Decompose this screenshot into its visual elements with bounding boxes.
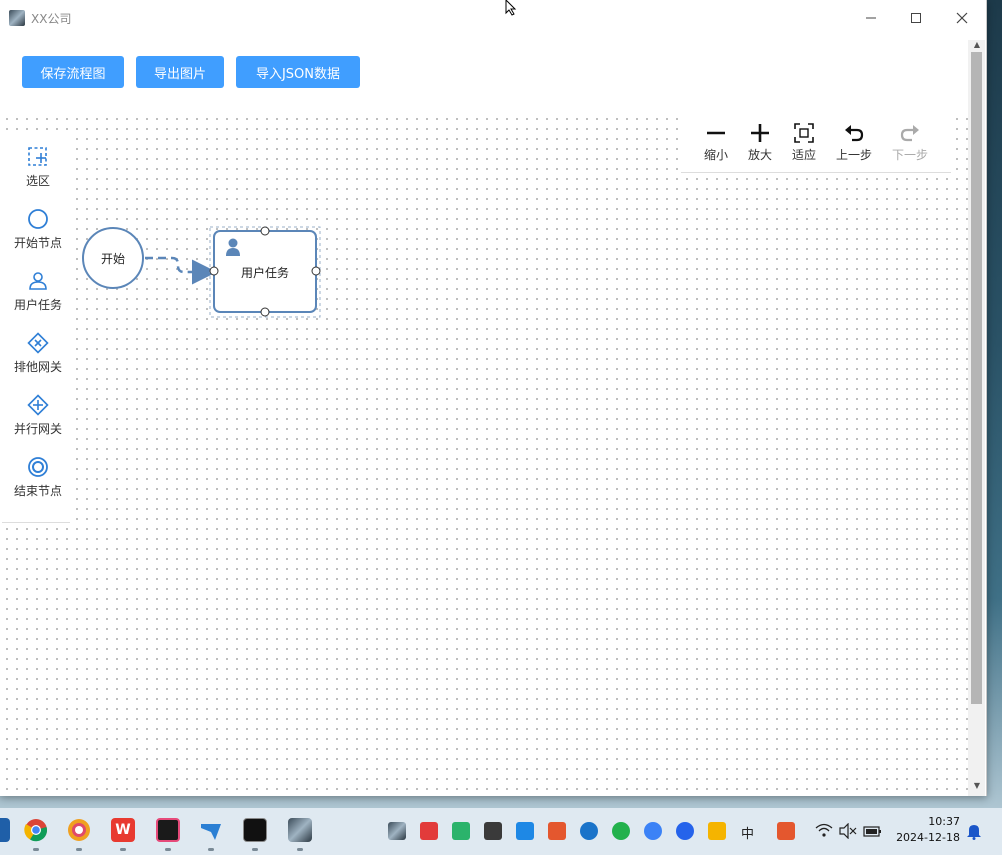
zoom-in-button[interactable]: 放大 — [740, 118, 780, 172]
save-flowchart-button[interactable]: 保存流程图 — [22, 56, 124, 88]
tray-blue-icon[interactable] — [580, 822, 598, 840]
tray-search-icon[interactable] — [644, 822, 662, 840]
redo-button[interactable]: 下一步 — [890, 118, 930, 172]
palette-item-exclusive-gateway[interactable]: 排他网关 — [2, 332, 74, 388]
flow-canvas[interactable]: 开始 用户任务 — [2, 114, 968, 796]
mouse-cursor-icon — [505, 0, 517, 16]
undo-icon — [845, 125, 864, 142]
zoom-out-icon — [707, 131, 725, 135]
taskbar-app-icon[interactable] — [0, 818, 10, 842]
tray-s-icon[interactable] — [548, 822, 566, 840]
control-label: 缩小 — [703, 148, 728, 162]
running-indicator — [33, 848, 39, 851]
anchor-top — [260, 226, 270, 236]
fit-button[interactable]: 适应 — [784, 118, 824, 172]
running-indicator — [208, 848, 214, 851]
palette-label: 用户任务 — [13, 298, 62, 312]
running-indicator — [252, 848, 258, 851]
notification-bell-icon[interactable] — [966, 822, 982, 840]
clock-date: 2024-12-18 — [896, 831, 960, 844]
security-shield-icon[interactable] — [708, 822, 726, 840]
export-image-button[interactable]: 导出图片 — [136, 56, 224, 88]
control-label: 适应 — [791, 148, 816, 162]
scroll-down-icon[interactable]: ▼ — [970, 781, 984, 793]
battery-icon[interactable] — [863, 823, 883, 839]
flow-edge — [145, 256, 217, 285]
running-indicator — [120, 848, 126, 851]
wechat-icon[interactable] — [612, 822, 630, 840]
scroll-up-icon[interactable]: ▲ — [970, 40, 984, 52]
chrome-icon[interactable] — [24, 818, 48, 842]
control-label: 上一步 — [835, 148, 872, 162]
palette-item-user-task[interactable]: 用户任务 — [2, 270, 74, 326]
tray-sync-icon[interactable] — [676, 822, 694, 840]
terminal-icon[interactable] — [243, 818, 267, 842]
taskbar: W 中 — [0, 808, 1002, 855]
palette-item-selection[interactable]: 选区 — [2, 146, 74, 202]
tray-green-icon[interactable] — [452, 822, 470, 840]
window-title: XX公司 — [31, 12, 72, 26]
redo-icon — [900, 125, 919, 142]
tray-app-icon[interactable] — [388, 822, 406, 840]
minimize-button[interactable] — [856, 6, 886, 30]
volume-muted-icon[interactable] — [839, 823, 857, 839]
palette-label: 排他网关 — [13, 360, 62, 374]
palette-label: 开始节点 — [13, 236, 62, 250]
palette-label: 选区 — [25, 174, 50, 188]
anchor-bottom — [260, 307, 270, 317]
exclusive-gateway-icon — [27, 332, 49, 354]
palette-item-end-node[interactable]: 结束节点 — [2, 456, 74, 512]
close-button[interactable] — [947, 6, 977, 30]
system-clock[interactable]: 10:37 2024-12-18 — [896, 814, 960, 846]
fit-icon — [794, 123, 814, 143]
clock-time: 10:37 — [928, 815, 960, 828]
undo-button[interactable]: 上一步 — [834, 118, 874, 172]
dingtalk-icon[interactable] — [199, 818, 223, 842]
import-json-button[interactable]: 导入JSON数据 — [236, 56, 360, 88]
selection-icon — [28, 147, 47, 166]
task-node-label: 用户任务 — [240, 266, 289, 280]
minimize-icon — [866, 17, 876, 19]
running-indicator — [297, 848, 303, 851]
end-circle-icon — [28, 457, 48, 477]
running-indicator — [76, 848, 82, 851]
tray-vpn-icon[interactable] — [420, 822, 438, 840]
tray-cloud-icon[interactable] — [516, 822, 534, 840]
palette-item-start-node[interactable]: 开始节点 — [2, 208, 74, 264]
diagram-layer — [82, 226, 321, 318]
maximize-button[interactable] — [901, 6, 931, 30]
ime-indicator[interactable]: 中 — [741, 823, 754, 842]
control-label: 放大 — [747, 148, 772, 162]
close-icon — [956, 12, 968, 24]
palette-label: 结束节点 — [13, 484, 62, 498]
circle-icon — [28, 209, 48, 229]
palette-label: 并行网关 — [13, 422, 62, 436]
app-window: XX公司 保存流程图 导出图片 导入JSON数据 开始 用户任务 选区 开始节点… — [0, 0, 987, 796]
browser-icon[interactable] — [67, 818, 91, 842]
maximize-icon — [911, 13, 921, 23]
zoom-out-button[interactable]: 缩小 — [696, 118, 736, 172]
title-bar: XX公司 — [0, 0, 986, 36]
control-label: 下一步 — [891, 148, 928, 162]
node-palette: 选区 开始节点 用户任务 排他网关 并行网关 结束节点 — [2, 138, 70, 523]
ide-icon[interactable] — [156, 818, 180, 842]
running-indicator — [165, 848, 171, 851]
zoom-in-icon — [751, 124, 769, 142]
wifi-icon[interactable] — [815, 823, 833, 839]
control-panel: 缩小 放大 适应 上一步 下一步 — [681, 118, 951, 173]
start-node-label: 开始 — [100, 252, 125, 266]
palette-item-parallel-gateway[interactable]: 并行网关 — [2, 394, 74, 450]
app-icon — [9, 10, 25, 26]
wps-icon[interactable]: W — [111, 818, 135, 842]
parallel-gateway-icon — [27, 394, 49, 416]
user-icon — [29, 272, 47, 290]
scrollbar-thumb[interactable] — [971, 52, 982, 704]
tray-sogou-icon[interactable] — [777, 822, 795, 840]
tray-link-icon[interactable] — [484, 822, 502, 840]
current-app-icon[interactable] — [288, 818, 312, 842]
